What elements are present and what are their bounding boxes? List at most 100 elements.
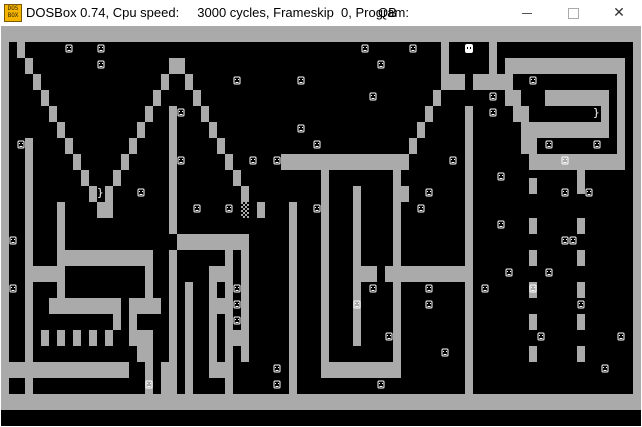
smiley-face-icon: [497, 220, 505, 229]
smiley-eye: [491, 111, 492, 112]
smiley-face-icon: [441, 348, 449, 357]
smiley-eye: [371, 287, 372, 288]
smiley-eye: [179, 111, 180, 112]
door-pixel: [5, 378, 7, 380]
smiley-mouth: [299, 130, 303, 131]
maze-wall: [417, 122, 425, 138]
door-pixel: [3, 392, 5, 394]
smiley-eye: [486, 287, 487, 288]
smiley-mouth: [563, 162, 567, 163]
maze-wall: [209, 282, 217, 378]
smiley-mouth: [387, 338, 391, 339]
smiley-eye: [443, 351, 444, 352]
maze-wall: [113, 298, 121, 330]
maze-wall: [57, 330, 65, 346]
smiley-mouth: [363, 50, 367, 51]
smiley-eye: [566, 159, 567, 160]
smiley-mouth: [235, 306, 239, 307]
smiley-eye: [22, 143, 23, 144]
smiley-face-icon: [177, 108, 185, 117]
player-eye: [467, 47, 468, 49]
maze-wall: [577, 314, 585, 330]
smiley-face-icon: [233, 76, 241, 85]
door-pixel: [121, 374, 123, 376]
smiley-mouth: [299, 82, 303, 83]
smiley-face-icon: [545, 140, 553, 149]
smiley-eye: [590, 191, 591, 192]
smiley-mouth: [419, 210, 423, 211]
smiley-face-icon: [193, 204, 201, 213]
smiley-eye: [494, 95, 495, 96]
smiley-eye: [587, 191, 588, 192]
door-pixel: [243, 212, 245, 214]
maze-wall: [105, 330, 113, 346]
player-smiley-icon: [465, 44, 473, 53]
smiley-mouth: [619, 338, 623, 339]
door-pixel: [1, 382, 3, 384]
smiley-face-icon: [97, 44, 105, 53]
smiley-mouth: [11, 242, 15, 243]
smiley-face-icon: [561, 236, 569, 245]
game-screen[interactable]: }}: [1, 26, 641, 426]
maze-wall: [505, 74, 513, 90]
door-pixel: [247, 212, 249, 214]
maze-wall: [81, 170, 89, 186]
smiley-eye: [563, 239, 564, 240]
smiley-eye: [571, 239, 572, 240]
maze-wall: [73, 154, 81, 170]
smiley-face-icon: [233, 300, 241, 309]
door-pixel: [125, 370, 127, 372]
game-canvas: }}: [1, 26, 641, 410]
close-button[interactable]: ✕: [596, 0, 642, 26]
maze-wall: [497, 74, 505, 90]
maze-wall: [441, 42, 449, 90]
smiley-face-icon: [17, 140, 25, 149]
smiley-eye: [318, 207, 319, 208]
smiley-eye: [366, 47, 367, 48]
smiley-eye: [454, 159, 455, 160]
smiley-mouth: [499, 178, 503, 179]
smiley-eye: [430, 287, 431, 288]
maze-wall: [529, 250, 537, 266]
dosbox-app-icon[interactable]: DOS BOX: [4, 4, 22, 22]
smiley-mouth: [235, 290, 239, 291]
smiley-mouth: [251, 162, 255, 163]
door-pixel: [5, 386, 7, 388]
maze-wall: [577, 346, 585, 362]
smiley-face-icon: [569, 236, 577, 245]
maze-wall: [257, 202, 265, 218]
door-pixel: [123, 372, 125, 374]
door-pixel: [241, 214, 243, 216]
smiley-mouth: [587, 194, 591, 195]
smiley-eye: [275, 159, 276, 160]
smiley-mouth: [179, 162, 183, 163]
smiley-eye: [483, 287, 484, 288]
smiley-eye: [579, 303, 580, 304]
maze-wall: [513, 90, 521, 106]
maze-wall: [361, 266, 377, 282]
door-pixel: [243, 208, 245, 210]
smiley-eye: [358, 303, 359, 304]
maze-wall: [233, 330, 249, 346]
smiley-mouth: [67, 50, 71, 51]
smiley-eye: [510, 271, 511, 272]
maze-wall: [233, 170, 241, 186]
minimize-button[interactable]: [504, 0, 550, 26]
smiley-mouth: [147, 386, 151, 387]
maze-wall: [193, 90, 201, 106]
smiley-mouth: [491, 98, 495, 99]
smiley-eye: [238, 319, 239, 320]
smiley-eye: [582, 303, 583, 304]
door-pixel: [123, 376, 125, 378]
smiley-eye: [411, 47, 412, 48]
smiley-face-icon: [377, 380, 385, 389]
title-bar[interactable]: DOS BOX DOSBox 0.74, Cpu speed: 3000 cyc…: [0, 0, 642, 26]
smiley-mouth: [579, 306, 583, 307]
door-pixel: [7, 384, 9, 386]
maze-wall: [105, 202, 113, 218]
door-pixel: [1, 386, 3, 388]
smiley-face-icon: [97, 60, 105, 69]
maximize-button[interactable]: [550, 0, 596, 26]
smiley-mouth: [235, 82, 239, 83]
smiley-eye: [427, 191, 428, 192]
